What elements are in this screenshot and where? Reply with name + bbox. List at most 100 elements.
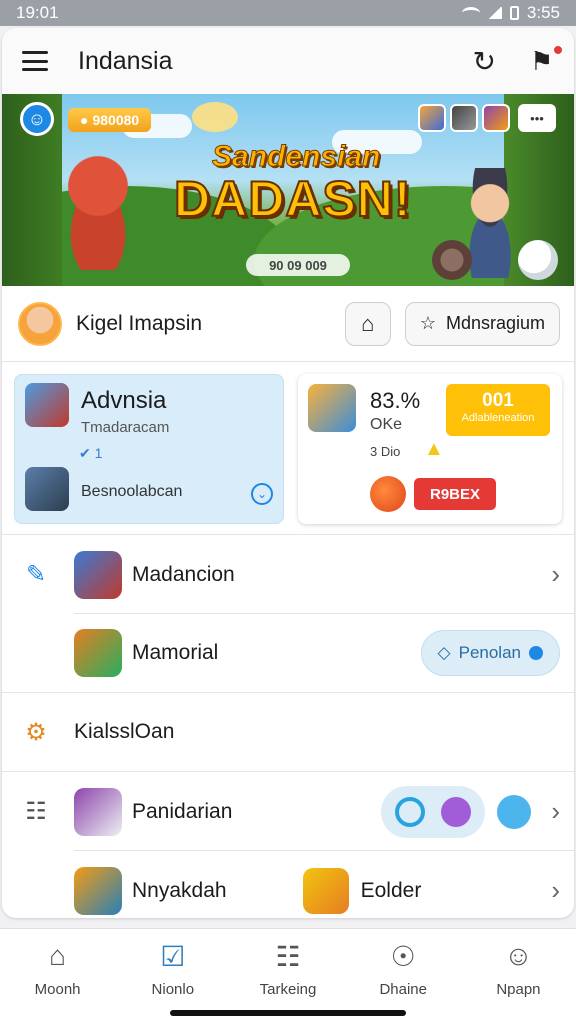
manage-button[interactable]: ☆ Mdnsragium xyxy=(404,301,560,346)
game-thumb-icon[interactable] xyxy=(482,104,510,132)
signal-icon xyxy=(487,7,502,19)
main-card: Indansia ↻ ⚑ ☺ ● 980080 ••• Sandensian D… xyxy=(2,28,574,918)
tile-title: Advnsia xyxy=(81,387,167,414)
search-ring-icon xyxy=(395,796,426,827)
game-app-icon xyxy=(74,629,122,677)
edit-icon: ✎ xyxy=(25,561,47,588)
banner-menu-button[interactable]: ••• xyxy=(518,104,556,132)
ghost-icon[interactable] xyxy=(518,240,558,280)
list-item[interactable]: Mamorial ◇ Penolan xyxy=(2,614,574,693)
quick-pill[interactable] xyxy=(381,785,486,838)
coin-value: 980080 xyxy=(92,112,140,128)
battery-icon xyxy=(509,6,519,20)
status-time: 19:01 xyxy=(16,3,59,22)
thumbs-up-icon: ▲ xyxy=(424,438,444,460)
shield-icon[interactable] xyxy=(432,240,472,280)
nav-label: Moonh xyxy=(34,981,81,998)
chevron-right-icon[interactable]: › xyxy=(551,875,560,906)
manage-label: Mdnsragium xyxy=(445,313,545,333)
game-app-icon xyxy=(74,550,122,599)
home-icon: ⌂ xyxy=(361,310,375,336)
notification-button[interactable]: ⚑ xyxy=(530,44,564,76)
game-avatar-icon xyxy=(308,384,356,432)
list-item[interactable]: ⚙ KialsslOan xyxy=(2,693,574,772)
app-title: Indansia xyxy=(78,46,173,75)
penolan-button[interactable]: ◇ Penolan xyxy=(420,630,560,676)
badge-label: Adlableneation xyxy=(461,412,535,424)
nav-item-home[interactable]: ⌂ Moonh xyxy=(0,939,115,1024)
home-button[interactable]: ⌂ xyxy=(344,301,391,346)
tile-subtitle: Tmadaracam xyxy=(81,419,170,436)
blue-bird-icon[interactable] xyxy=(497,794,532,829)
chevron-right-icon[interactable]: › xyxy=(551,559,560,590)
banner-headline-main: DADASN! xyxy=(173,170,412,228)
badge-value: 001 xyxy=(482,390,514,411)
red-action-button[interactable]: R9BEX xyxy=(414,478,496,510)
game-thumb-icon[interactable] xyxy=(418,104,446,132)
list-item-label: Mamorial xyxy=(132,641,219,664)
banner-headline-top: Sandensian xyxy=(211,140,381,174)
star-icon: ☆ xyxy=(419,313,436,333)
bottom-navigation: ⌂ Moonh ☑ Nionlo ☷ Tarkeing ☉ Dhaine ☺ N… xyxy=(0,928,576,1024)
tile-bottom-text: Besnoolabcan xyxy=(81,483,183,500)
checkbox-icon: ☑ xyxy=(160,940,186,972)
bookmark-bell-icon: ⚑ xyxy=(530,46,554,76)
game-thumb-icon[interactable] xyxy=(450,104,478,132)
home-icon: ⌂ xyxy=(49,940,67,971)
avatar[interactable] xyxy=(18,301,62,346)
chevron-right-icon[interactable]: › xyxy=(551,796,560,827)
game-avatar-icon xyxy=(25,383,69,427)
game-app-icon xyxy=(74,866,122,915)
chevron-down-icon[interactable]: ⌄ xyxy=(251,483,273,505)
calculator-icon: ☷ xyxy=(25,798,47,825)
orange-orb-icon[interactable] xyxy=(370,476,406,512)
hamburger-menu-icon[interactable] xyxy=(22,51,48,71)
blank-icon-slot xyxy=(20,637,52,669)
blank-icon-slot xyxy=(20,875,52,907)
app-bar: Indansia ↻ ⚑ xyxy=(2,28,574,94)
stat-percent: 83.% xyxy=(370,388,421,413)
folder-app-icon xyxy=(302,867,349,914)
nav-item-profile[interactable]: ☺ Npapn xyxy=(461,939,576,1024)
banner-bottom-pill[interactable]: 90 09 009 xyxy=(246,254,350,276)
nav-label: Tarkeing xyxy=(259,981,317,998)
penolan-label: Penolan xyxy=(458,643,521,662)
game-app-icon xyxy=(74,787,122,836)
gear-icon: ⚙ xyxy=(25,718,47,746)
refresh-icon[interactable]: ↻ xyxy=(473,45,496,78)
nav-label: Nionlo xyxy=(151,981,195,998)
list-item-second-label: Eolder xyxy=(360,878,422,902)
fox-character-illustration xyxy=(48,150,148,270)
coin-balance[interactable]: ● 980080 xyxy=(68,108,152,132)
profile-row: Kigel Imapsin ⌂ ☆ Mdnsragium xyxy=(2,286,574,362)
tile-stats[interactable]: 83.% OKe 3 Dio ▲ 001 Adlableneation R9BE… xyxy=(298,374,562,524)
list-item-label: Panidarian xyxy=(132,799,233,823)
list-item[interactable]: Nnyakdah Eolder › xyxy=(2,851,574,918)
search-icon: ☉ xyxy=(390,940,416,972)
quick-actions xyxy=(381,785,532,838)
tile-adventure[interactable]: Advnsia Tmadaracam ✔ 1 Besnoolabcan ⌄ xyxy=(14,374,284,524)
status-badge[interactable]: 001 Adlableneation xyxy=(446,384,550,436)
game-avatar-icon xyxy=(25,467,69,511)
feature-tiles: Advnsia Tmadaracam ✔ 1 Besnoolabcan ⌄ 83… xyxy=(2,362,574,535)
tile-count-value: 1 xyxy=(94,445,103,461)
list-item-label: Nnyakdah xyxy=(132,878,227,902)
promo-banner[interactable]: ☺ ● 980080 ••• Sandensian DADASN! 90 09 … xyxy=(2,94,574,286)
status-icons: 3:55 xyxy=(461,3,560,23)
banner-avatar-icon[interactable]: ☺ xyxy=(20,102,54,136)
status-right-text: 3:55 xyxy=(526,3,560,22)
list-item[interactable]: ☷ Panidarian › xyxy=(2,772,574,851)
tag-icon: ◇ xyxy=(437,643,451,662)
list-item[interactable]: ✎ Madancion › xyxy=(2,535,574,614)
person-icon: ☺ xyxy=(504,940,533,971)
purple-blob-icon xyxy=(441,796,472,827)
nav-label: Dhaine xyxy=(379,981,427,998)
status-bar: 19:01 3:55 xyxy=(0,0,576,26)
list-item-label: Madancion xyxy=(132,562,235,586)
home-indicator[interactable] xyxy=(170,1010,406,1016)
tile-count: ✔ 1 xyxy=(79,445,103,461)
clipboard-icon: ☷ xyxy=(275,940,301,972)
wifi-icon xyxy=(461,7,480,19)
nav-label: Npapn xyxy=(496,981,541,998)
notification-dot xyxy=(552,44,564,56)
